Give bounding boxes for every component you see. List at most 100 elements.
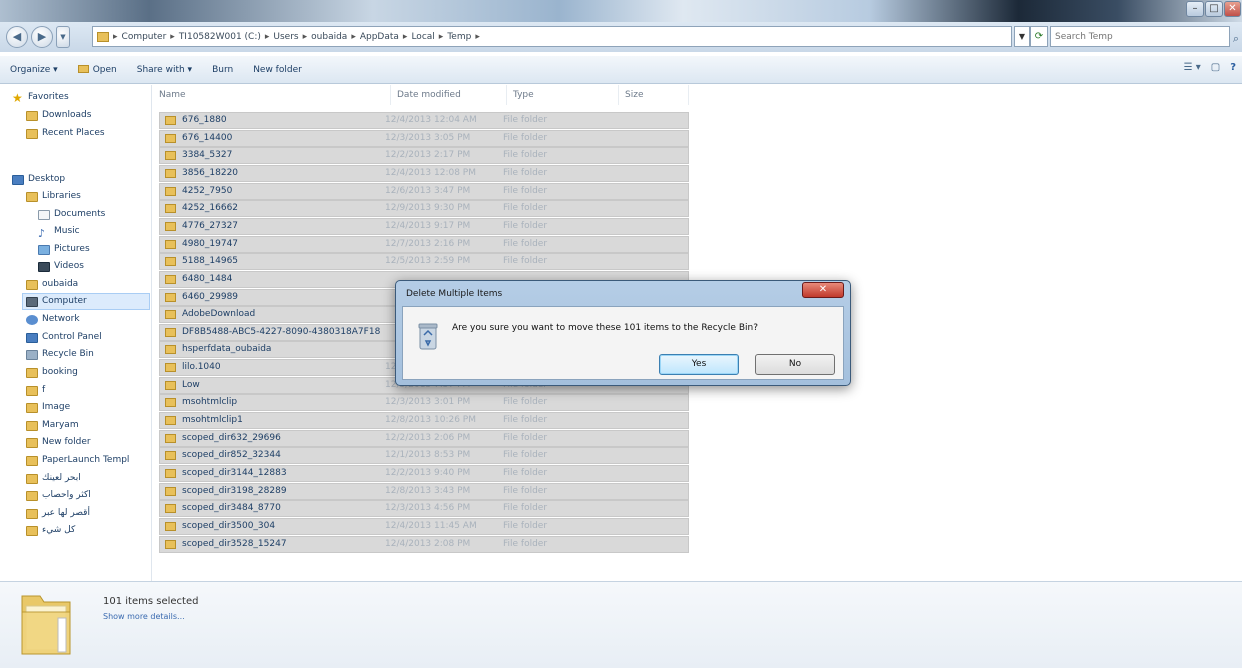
folder-icon [165,274,176,284]
chevron-right-icon[interactable]: ▸ [170,32,175,42]
nav-item-recycle-bin[interactable]: Recycle Bin [26,346,94,363]
type-cell: File folder [503,256,548,267]
column-header-type[interactable]: Type [507,85,619,105]
nav-item-downloads[interactable]: Downloads [26,107,91,124]
nav-item-paperlaunch-templ[interactable]: PaperLaunch Templ [26,452,129,469]
chevron-right-icon[interactable]: ▸ [351,32,356,42]
type-cell: File folder [503,185,548,196]
breadcrumb-item[interactable]: Temp [447,32,471,42]
file-name-cell: DF8B5488-ABC5-4227-8090-4380318A7F18 [165,324,389,341]
chevron-right-icon[interactable]: ▸ [475,32,480,42]
nav-item-new-folder[interactable]: New folder [26,434,91,451]
chevron-right-icon[interactable]: ▸ [403,32,408,42]
folder-icon [26,508,38,519]
nav-item-image[interactable]: Image [26,399,70,416]
minimize-button[interactable]: – [1186,1,1204,17]
window-title-bar: – □ ✕ [0,0,1242,22]
show-more-details-link[interactable]: Show more details... [103,612,185,621]
chevron-right-icon[interactable]: ▸ [439,32,444,42]
nav-item-folder[interactable]: كل شيء [26,522,75,539]
forward-button[interactable]: ▶ [31,26,53,48]
file-name-cell: msohtmlclip1 [165,412,389,429]
dialog-close-button[interactable]: ✕ [802,282,844,298]
organize-button[interactable]: Organize ▾ [0,65,68,75]
preview-pane-icon[interactable]: ▢ [1211,62,1220,73]
search-input[interactable] [1055,31,1225,42]
refresh-button[interactable]: ⟳ [1030,26,1048,47]
nav-item-music[interactable]: ♪ Music [38,223,80,240]
breadcrumb-item[interactable]: TI10582W001 (C:) [179,32,261,42]
folder-icon [26,525,38,536]
file-name: 4776_27327 [182,220,239,231]
new-folder-button[interactable]: New folder [243,65,312,75]
date-modified-cell: 12/8/2013 3:43 PM [385,485,471,496]
breadcrumb-item[interactable]: Users [273,32,298,42]
nav-item-recent-places[interactable]: Recent Places [26,125,105,142]
file-name: AdobeDownload [182,309,256,320]
nav-item-label: Pictures [54,244,90,254]
nav-item-pictures[interactable]: Pictures [38,241,90,258]
nav-item-oubaida[interactable]: oubaida [26,276,78,293]
nav-item-folder[interactable]: ابحر لعينك [26,470,81,487]
nav-item-computer[interactable]: Computer [22,293,150,310]
delete-multiple-items-dialog: Delete Multiple Items ✕ Are you sure you… [395,280,851,386]
nav-item-label: Recycle Bin [42,349,94,359]
help-icon[interactable]: ? [1230,62,1236,73]
maximize-button[interactable]: □ [1205,1,1223,17]
nav-item-booking[interactable]: booking [26,364,78,381]
close-window-button[interactable]: ✕ [1224,1,1241,17]
address-bar[interactable]: ▸ Computer ▸ TI10582W001 (C:) ▸ Users ▸ oubaid… [92,26,1012,47]
nav-item-label: PaperLaunch Templ [42,455,130,465]
nav-item-control-panel[interactable]: Control Panel [26,329,102,346]
nav-item-desktop[interactable]: Desktop [12,171,65,188]
type-cell: File folder [503,132,548,143]
nav-item-maryam[interactable]: Maryam [26,417,79,434]
burn-button[interactable]: Burn [202,65,243,75]
nav-item-folder[interactable]: اكثر واحصاب [26,487,91,504]
nav-item-label: Libraries [42,191,81,201]
folder-icon [165,204,176,214]
search-box[interactable]: ⌕ [1050,26,1239,47]
nav-item-videos[interactable]: Videos [38,258,84,275]
date-modified-cell: 12/7/2013 2:16 PM [385,238,471,249]
file-name: 676_14400 [182,132,233,143]
file-name: 6480_1484 [182,273,233,284]
share-with-button[interactable]: Share with ▾ [127,65,202,75]
recent-pages-button[interactable]: ▼ [56,26,70,48]
nav-item-folder[interactable]: أقصر لها عبر [26,505,90,522]
date-modified-cell: 12/4/2013 12:08 PM [385,167,476,178]
open-button[interactable]: Open [68,64,127,75]
date-modified-cell: 12/2/2013 2:17 PM [385,150,471,161]
file-name-cell: scoped_dir3500_304 [165,518,389,535]
nav-item-documents[interactable]: Documents [38,206,105,223]
change-view-icon[interactable]: ☰ ▾ [1184,62,1201,73]
file-name-cell: 6480_1484 [165,271,389,288]
no-button[interactable]: No [755,354,835,375]
nav-item-label: f [42,385,46,395]
breadcrumb-item[interactable]: Computer [122,32,167,42]
folder-icon [165,416,176,426]
breadcrumb-item[interactable]: oubaida [311,32,347,42]
chevron-right-icon[interactable]: ▸ [303,32,308,42]
yes-button[interactable]: Yes [659,354,739,375]
file-name-cell: 3856_18220 [165,165,389,182]
back-button[interactable]: ◀ [6,26,28,48]
chevron-right-icon[interactable]: ▸ [265,32,270,42]
folder-icon [165,310,176,320]
column-header-size[interactable]: Size [619,85,689,105]
nav-item-favorites[interactable]: ★ Favorites [12,89,69,106]
date-modified-cell: 12/6/2013 3:47 PM [385,185,471,196]
breadcrumb-item[interactable]: Local [411,32,434,42]
breadcrumb-item[interactable]: AppData [360,32,399,42]
folder-icon [165,345,176,355]
file-name-cell: AdobeDownload [165,306,389,323]
column-header-date[interactable]: Date modified [391,85,507,105]
nav-item-label: Videos [54,261,84,271]
folder-icon [165,380,176,390]
search-icon[interactable]: ⌕ [1233,29,1239,48]
nav-item-f[interactable]: f [26,382,45,399]
nav-item-libraries[interactable]: Libraries [26,188,81,205]
address-dropdown-button[interactable]: ▼ [1014,26,1030,47]
column-header-name[interactable]: Name [153,85,391,105]
nav-item-network[interactable]: Network [26,311,80,328]
